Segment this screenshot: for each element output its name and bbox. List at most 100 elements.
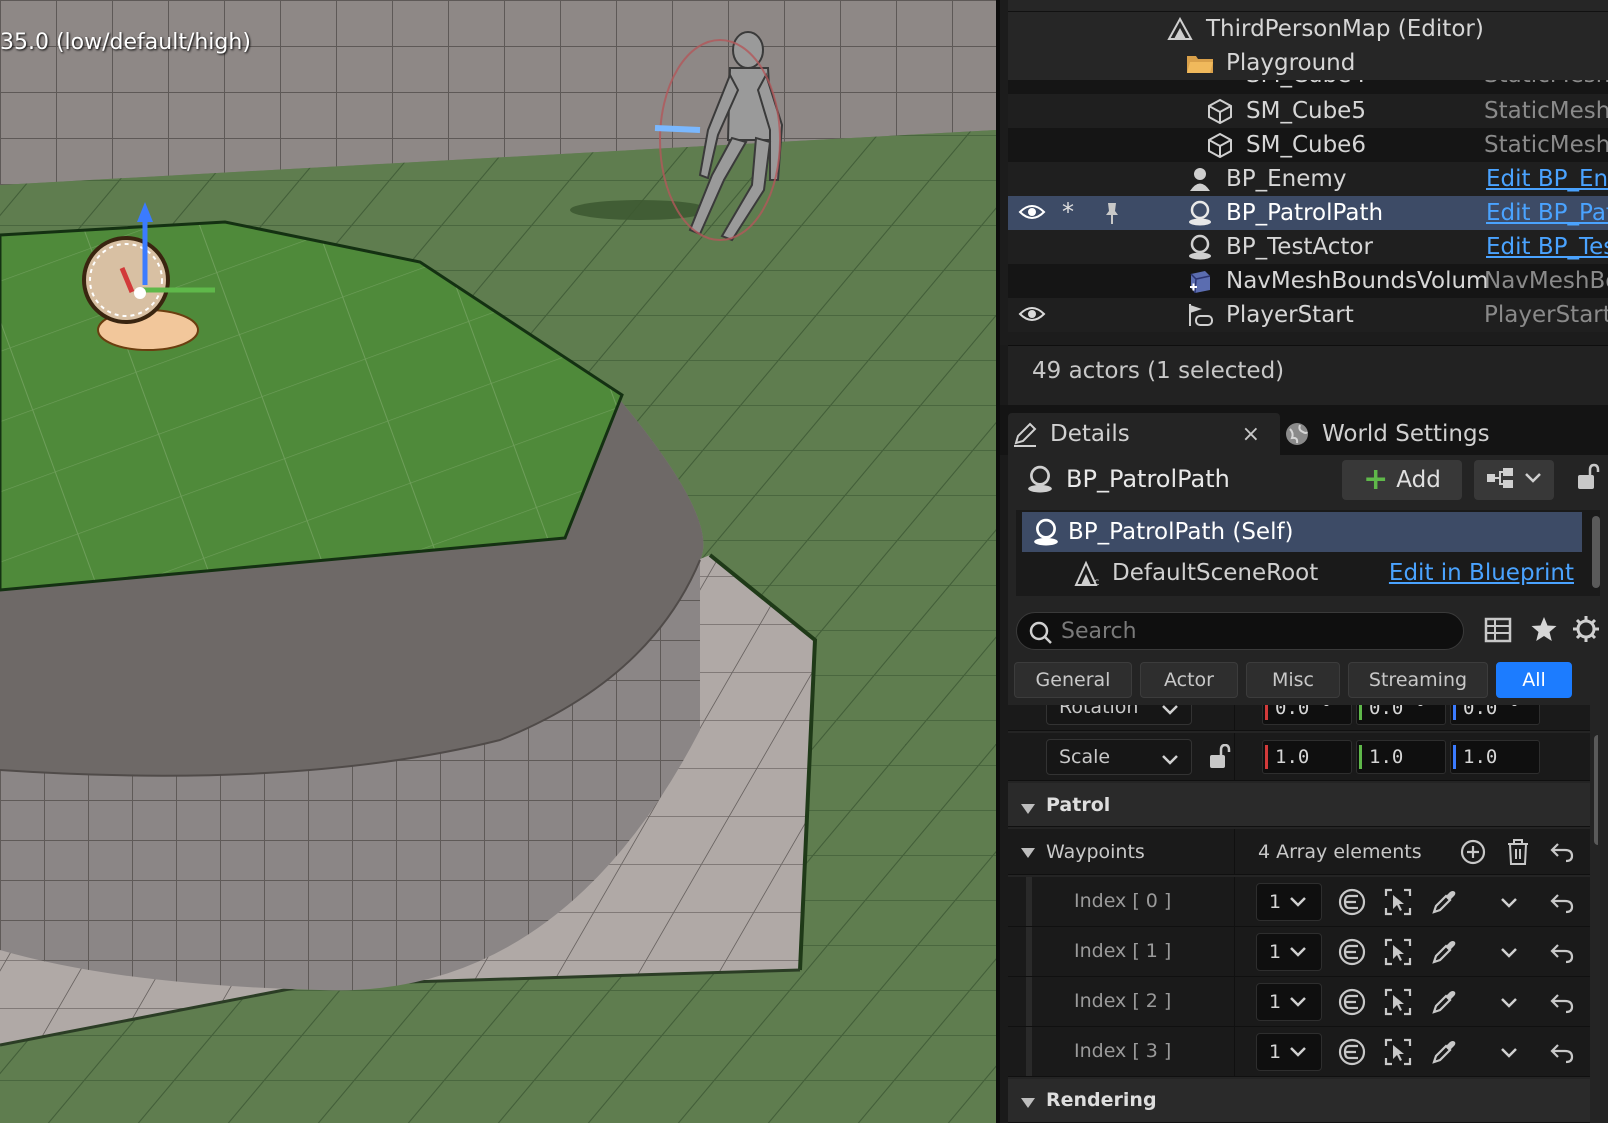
level-viewport[interactable]: 35.0 (low/default/high) xyxy=(0,0,996,1123)
reset-arrow-icon[interactable] xyxy=(1550,992,1574,1019)
reset-arrow-icon[interactable] xyxy=(1550,892,1574,919)
trash-icon[interactable] xyxy=(1506,838,1530,871)
outliner-row-label: NavMeshBoundsVolum xyxy=(1226,268,1489,294)
edit-in-blueprint-link[interactable]: Edit in Blueprint xyxy=(1389,560,1574,586)
browse-icon[interactable] xyxy=(1384,988,1412,1021)
scene-render xyxy=(0,0,996,1123)
waypoint-value-dropdown[interactable]: 1 xyxy=(1256,933,1322,971)
tab-world-settings[interactable]: World Settings xyxy=(1284,413,1604,455)
scale-z-field[interactable]: 1.0 xyxy=(1450,740,1540,774)
blueprint-options-button[interactable] xyxy=(1474,460,1554,500)
reset-arrow-icon[interactable] xyxy=(1550,841,1574,868)
rotation-label: Rotation xyxy=(1059,705,1139,718)
property-scrollbar[interactable] xyxy=(1594,735,1598,845)
lock-icon[interactable] xyxy=(1576,463,1600,496)
waypoint-value-dropdown[interactable]: 1 xyxy=(1256,1033,1322,1071)
chevron-down-icon[interactable] xyxy=(1500,996,1518,1014)
actor-icon xyxy=(1186,199,1214,227)
edit-blueprint-link[interactable]: Edit BP_Ene xyxy=(1486,166,1608,192)
outliner-row-bp-enemy[interactable]: BP_Enemy Edit BP_Ene xyxy=(1008,162,1608,196)
edit-blueprint-link[interactable]: Edit BP_Pat xyxy=(1486,200,1608,226)
scale-x-field[interactable]: 1.0 xyxy=(1262,740,1352,774)
chevron-down-icon[interactable] xyxy=(1500,946,1518,964)
eyedropper-icon[interactable] xyxy=(1430,938,1458,971)
scale-mode-dropdown[interactable]: Scale xyxy=(1046,739,1192,775)
collapse-triangle-icon xyxy=(1020,799,1036,821)
rotation-z-field[interactable]: 0.0 ° xyxy=(1450,705,1540,725)
filter-streaming[interactable]: Streaming xyxy=(1348,662,1488,698)
gear-icon[interactable] xyxy=(1572,615,1600,648)
use-selected-icon[interactable] xyxy=(1338,988,1366,1021)
eyedropper-icon[interactable] xyxy=(1430,1038,1458,1071)
outliner-row-bp-testactor[interactable]: BP_TestActor Edit BP_Tes xyxy=(1008,230,1608,264)
scale-y-field[interactable]: 1.0 xyxy=(1356,740,1446,774)
actor-icon xyxy=(1032,518,1060,552)
outliner-row-partial[interactable]: SM_Cube4 StaticMeshA xyxy=(1008,80,1608,94)
column-divider xyxy=(1234,733,1235,780)
outliner-row-level[interactable]: ThirdPersonMap (Editor) xyxy=(1008,12,1608,46)
player-start-icon xyxy=(1186,301,1214,329)
component-self[interactable]: BP_PatrolPath (Self) xyxy=(1022,512,1582,552)
indent-guide xyxy=(1026,977,1032,1026)
outliner-row-label: PlayerStart xyxy=(1226,302,1354,328)
visibility-eye-icon[interactable] xyxy=(1018,202,1046,228)
browse-icon[interactable] xyxy=(1384,1038,1412,1071)
component-root-label: DefaultSceneRoot xyxy=(1112,560,1319,586)
filter-actor[interactable]: Actor xyxy=(1140,662,1238,698)
outliner-row-sm-cube6[interactable]: SM_Cube6 StaticMeshA xyxy=(1008,128,1608,162)
rotation-x-field[interactable]: 0.0 ° xyxy=(1262,705,1352,725)
star-icon[interactable] xyxy=(1530,615,1558,648)
eyedropper-icon[interactable] xyxy=(1430,988,1458,1021)
collapse-triangle-icon[interactable] xyxy=(1020,846,1036,864)
section-patrol[interactable]: Patrol xyxy=(1008,783,1590,827)
chevron-down-icon xyxy=(1289,991,1307,1013)
use-selected-icon[interactable] xyxy=(1338,938,1366,971)
outliner-row-sm-cube5[interactable]: SM_Cube5 StaticMeshA xyxy=(1008,94,1608,128)
pencil-icon xyxy=(1012,421,1038,453)
property-row-waypoints: Waypoints 4 Array elements xyxy=(1008,829,1590,875)
filter-misc[interactable]: Misc xyxy=(1246,662,1340,698)
use-selected-icon[interactable] xyxy=(1338,888,1366,921)
column-divider xyxy=(1234,705,1235,730)
close-icon[interactable]: × xyxy=(1242,422,1260,447)
waypoints-label: Waypoints xyxy=(1046,841,1145,863)
outliner-row-label: BP_Enemy xyxy=(1226,166,1347,192)
add-component-button[interactable]: + Add xyxy=(1342,460,1462,500)
chevron-down-icon[interactable] xyxy=(1500,1046,1518,1064)
level-icon xyxy=(1166,15,1194,43)
outliner-row-playerstart[interactable]: PlayerStart PlayerStart xyxy=(1008,298,1608,332)
folder-icon xyxy=(1186,49,1214,77)
edit-blueprint-link[interactable]: Edit BP_Tes xyxy=(1486,234,1608,260)
filter-all[interactable]: All xyxy=(1496,662,1572,698)
table-view-icon[interactable] xyxy=(1484,617,1512,648)
outliner-row-folder[interactable]: Playground xyxy=(1008,46,1608,80)
pin-icon[interactable] xyxy=(1104,201,1120,231)
waypoint-value-dropdown[interactable]: 1 xyxy=(1256,983,1322,1021)
reset-arrow-icon[interactable] xyxy=(1550,942,1574,969)
waypoint-value-dropdown[interactable]: 1 xyxy=(1256,883,1322,921)
filter-general[interactable]: General xyxy=(1014,662,1132,698)
visibility-eye-icon[interactable] xyxy=(1018,304,1046,330)
add-element-icon[interactable] xyxy=(1460,839,1486,870)
eyedropper-icon[interactable] xyxy=(1430,888,1458,921)
browse-icon[interactable] xyxy=(1384,938,1412,971)
outliner-row-navmesh[interactable]: NavMeshBoundsVolum NavMeshBo xyxy=(1008,264,1608,298)
component-default-scene-root[interactable]: c DefaultSceneRoot Edit in Blueprint xyxy=(1022,553,1582,593)
waypoint-index-label: Index [ 0 ] xyxy=(1074,890,1172,912)
reset-arrow-icon[interactable] xyxy=(1550,1042,1574,1069)
category-filter-bar: General Actor Misc Streaming All xyxy=(1008,662,1608,700)
components-scrollbar[interactable] xyxy=(1592,516,1600,588)
browse-icon[interactable] xyxy=(1384,888,1412,921)
waypoint-index-label: Index [ 2 ] xyxy=(1074,990,1172,1012)
section-rendering[interactable]: Rendering xyxy=(1008,1079,1590,1123)
rotation-y-field[interactable]: 0.0 ° xyxy=(1356,705,1446,725)
use-selected-icon[interactable] xyxy=(1338,1038,1366,1071)
chevron-down-icon xyxy=(1161,705,1179,721)
search-input[interactable] xyxy=(1061,617,1451,645)
chevron-down-icon[interactable] xyxy=(1500,896,1518,914)
rotation-mode-dropdown[interactable]: Rotation xyxy=(1046,705,1192,725)
plus-icon: + xyxy=(1363,462,1389,497)
unlock-icon[interactable] xyxy=(1208,743,1232,775)
outliner-row-bp-patrolpath[interactable]: * BP_PatrolPath Edit BP_Pat xyxy=(1008,196,1608,230)
tab-details[interactable]: Details × xyxy=(1008,413,1280,455)
